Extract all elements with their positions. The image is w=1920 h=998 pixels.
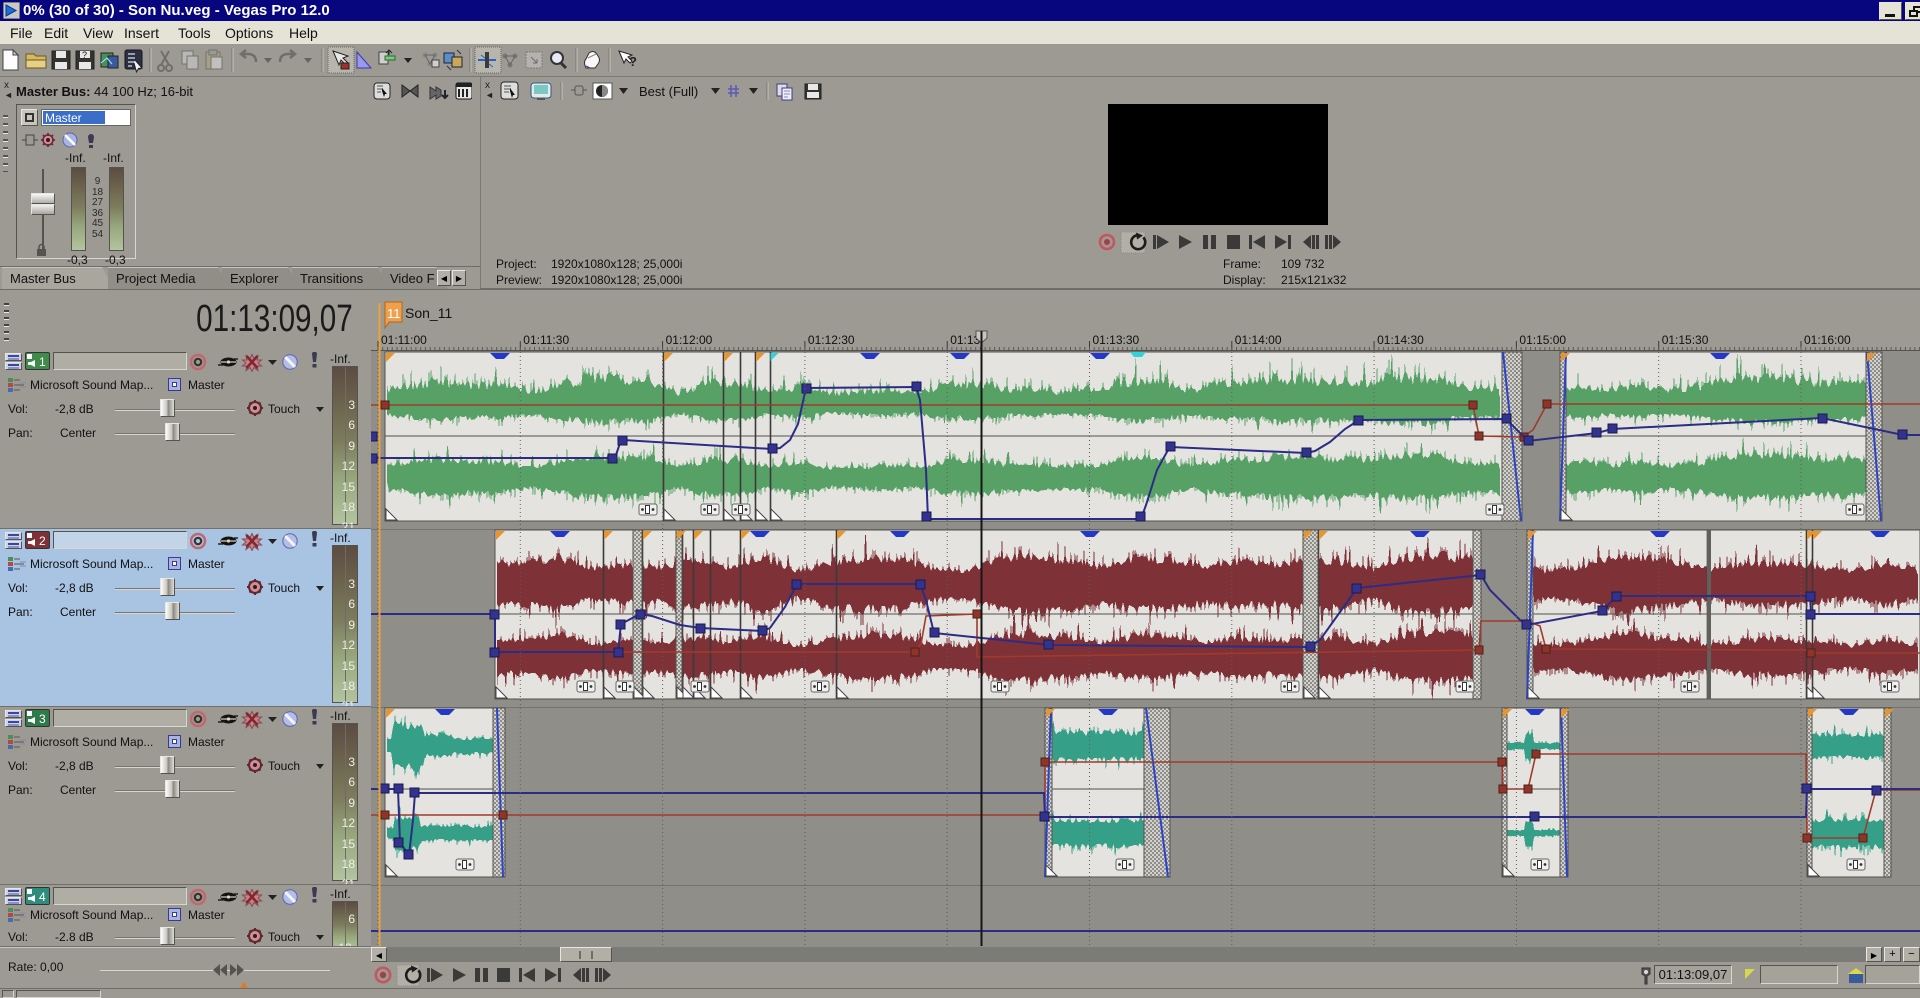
svg-text:01:11:00: 01:11:00 (381, 333, 427, 347)
svg-text:01:14:30: 01:14:30 (1377, 333, 1424, 347)
svg-text:Best (Full): Best (Full) (639, 84, 698, 99)
svg-text:01:15:30: 01:15:30 (1662, 333, 1709, 347)
svg-text:01:11:30: 01:11:30 (523, 333, 569, 347)
svg-text:Son_11: Son_11 (405, 305, 452, 321)
svg-text:01:14:00: 01:14:00 (1235, 333, 1282, 347)
svg-text:?: ? (629, 54, 637, 69)
svg-text:01:12:00: 01:12:00 (666, 333, 713, 347)
svg-text:01:13:30: 01:13:30 (1093, 333, 1140, 347)
svg-text:01:16:00: 01:16:00 (1804, 333, 1851, 347)
svg-text:11: 11 (387, 306, 401, 321)
svg-text:01:15:00: 01:15:00 (1519, 333, 1566, 347)
svg-text:?: ? (82, 50, 87, 60)
svg-text:01:12:30: 01:12:30 (808, 333, 855, 347)
